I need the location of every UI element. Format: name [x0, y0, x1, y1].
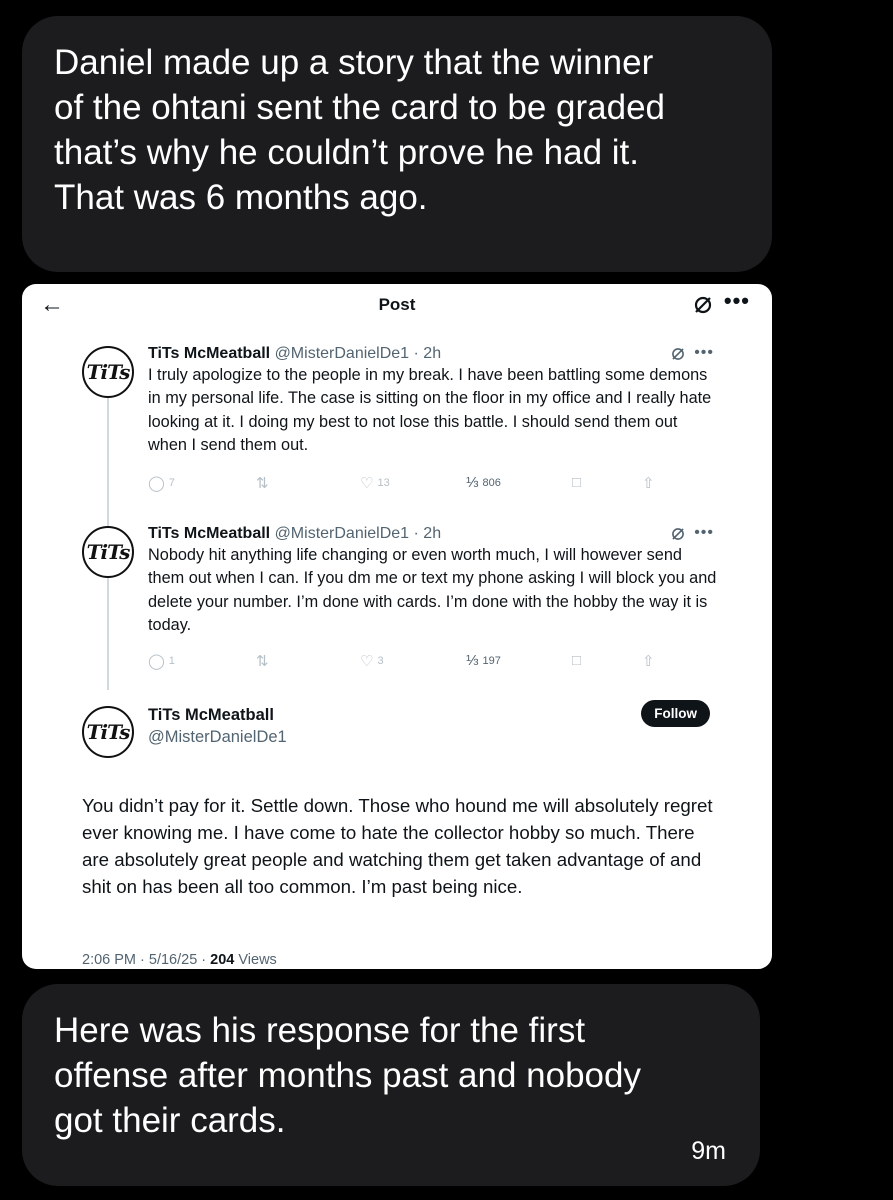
display-name[interactable]: TiTs McMeatball: [148, 525, 270, 542]
like-button[interactable]: ♡ 13: [360, 474, 390, 492]
embedded-screenshot[interactable]: ← Post ••• TiTs TiTs McMeatball @MisterD…: [22, 284, 772, 969]
main-tweet-text: You didn’t pay for it. Settle down. Thos…: [82, 795, 713, 897]
tweet-text: Nobody hit anything life changing or eve…: [148, 546, 717, 634]
post-timestamp[interactable]: 2:06 PM · 5/16/25 ·: [82, 952, 210, 968]
more-options-icon[interactable]: •••: [724, 288, 750, 314]
tweet-text: I truly apologize to the people in my br…: [148, 366, 712, 454]
reply-count: 7: [168, 477, 175, 489]
view-count: 204: [210, 952, 235, 968]
grok-icon[interactable]: [692, 294, 714, 321]
repost-icon: ⇅: [256, 653, 269, 670]
user-handle[interactable]: @MisterDanielDe1: [275, 525, 410, 542]
message-text: Daniel made up a story that the winner o…: [54, 43, 665, 217]
share-icon: ⇧: [642, 653, 655, 670]
avatar[interactable]: TiTs: [82, 346, 134, 398]
view-count: 806: [482, 476, 501, 489]
reply-icon: ◯: [148, 475, 165, 492]
views-label: Views: [234, 952, 277, 968]
reply-icon: ◯: [148, 653, 165, 670]
display-name[interactable]: TiTs McMeatball: [148, 706, 274, 725]
post-header: ← Post •••: [22, 284, 772, 328]
message-bubble-bottom[interactable]: Here was his response for the first offe…: [22, 984, 760, 1186]
user-handle[interactable]: @MisterDanielDe1: [275, 345, 410, 362]
views-bar-icon: ⅓: [466, 652, 479, 669]
user-handle[interactable]: @MisterDanielDe1: [148, 728, 287, 747]
more-options-icon[interactable]: •••: [694, 344, 714, 362]
message-timestamp: 9m: [691, 1137, 726, 1165]
tweet-header: TiTs McMeatball @MisterDanielDe1 · 2h: [148, 523, 441, 545]
follow-button[interactable]: Follow: [641, 700, 710, 727]
heart-icon: ♡: [360, 653, 374, 670]
heart-icon: ♡: [360, 475, 374, 492]
share-icon: ⇧: [642, 475, 655, 492]
bookmark-icon: □: [572, 652, 582, 669]
message-text: Here was his response for the first offe…: [54, 1011, 641, 1140]
repost-button[interactable]: ⇅: [256, 652, 269, 670]
share-button[interactable]: ⇧: [642, 474, 655, 492]
reply-count: 1: [168, 655, 175, 667]
avatar[interactable]: TiTs: [82, 706, 134, 758]
views-button[interactable]: ⅓ 806: [466, 474, 501, 491]
bookmark-icon: □: [572, 474, 582, 491]
avatar[interactable]: TiTs: [82, 526, 134, 578]
repost-icon: ⇅: [256, 475, 269, 492]
like-button[interactable]: ♡ 3: [360, 652, 384, 670]
reply-button[interactable]: ◯ 1: [148, 652, 175, 670]
display-name[interactable]: TiTs McMeatball: [148, 345, 270, 362]
views-button[interactable]: ⅓ 197: [466, 652, 501, 669]
timestamp: · 2h: [413, 345, 442, 362]
like-count: 3: [377, 655, 384, 667]
tweet-actions: ◯ 7 ⇅ ♡ 13 ⅓ 806 □ ⇧: [148, 474, 668, 494]
page-title: Post: [378, 295, 416, 314]
reply-button[interactable]: ◯ 7: [148, 474, 175, 492]
share-button[interactable]: ⇧: [642, 652, 655, 670]
tweet-header: TiTs McMeatball @MisterDanielDe1 · 2h: [148, 343, 441, 365]
repost-button[interactable]: ⇅: [256, 474, 269, 492]
tweet-actions: ◯ 1 ⇅ ♡ 3 ⅓ 197 □ ⇧: [148, 652, 668, 672]
more-options-icon[interactable]: •••: [694, 524, 714, 542]
view-count: 197: [482, 654, 501, 667]
message-bubble-top[interactable]: Daniel made up a story that the winner o…: [22, 16, 772, 272]
views-bar-icon: ⅓: [466, 474, 479, 491]
like-count: 13: [377, 477, 390, 489]
bookmark-button[interactable]: □: [572, 474, 581, 491]
bookmark-button[interactable]: □: [572, 652, 581, 669]
tweet-meta: 2:06 PM · 5/16/25 · 204 Views: [82, 952, 277, 968]
timestamp: · 2h: [413, 525, 442, 542]
